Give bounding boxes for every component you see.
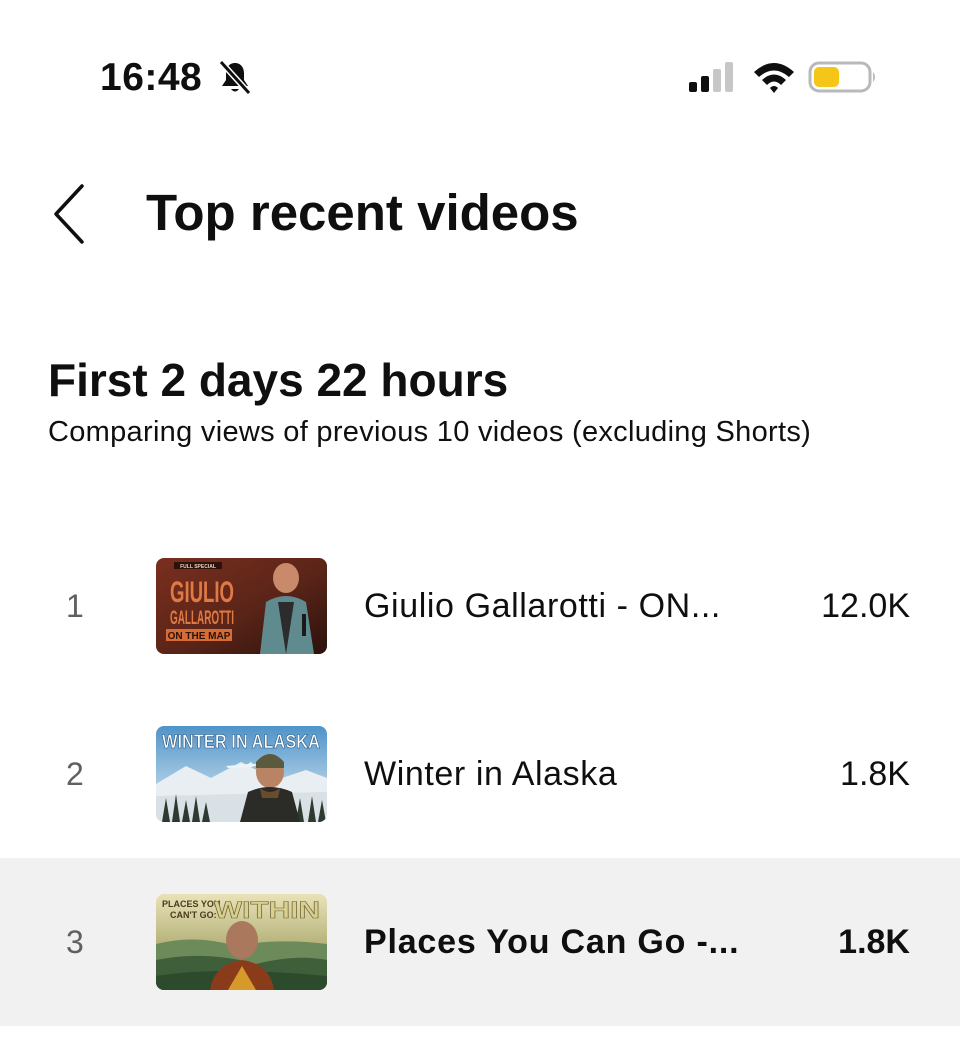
video-thumbnail[interactable]: WINTER IN ALASKA: [156, 726, 327, 822]
thumbnail-badge: FULL SPECIAL: [180, 564, 216, 570]
video-thumbnail[interactable]: FULL SPECIAL GIULIO GALLAROTTI ON THE MA…: [156, 558, 327, 654]
video-row[interactable]: 3 PLACES YOU CAN'T GO: WITHIN Places You…: [0, 858, 960, 1026]
video-title: Winter in Alaska: [364, 755, 618, 793]
video-list: 1 FULL SPECIAL GIULIO GALLAROTTI ON THE …: [0, 522, 960, 1026]
thumbnail-line2: GALLAROTTI: [170, 608, 234, 629]
thumbnail-line1: WINTER IN ALASKA: [162, 732, 320, 753]
video-rank: 3: [66, 924, 84, 960]
thumbnail-line1: GIULIO: [170, 576, 234, 609]
thumbnail-line1: PLACES YOU: [162, 899, 220, 909]
cellular-signal-icon: [689, 62, 733, 92]
video-title: Giulio Gallarotti - ON...: [364, 587, 721, 625]
wifi-icon: [754, 63, 794, 93]
status-bar: 16:48: [0, 0, 960, 150]
video-title: Places You Can Go -...: [364, 923, 740, 961]
status-time: 16:48: [100, 56, 203, 99]
back-button[interactable]: [40, 176, 100, 252]
video-views: 1.8K: [840, 755, 910, 793]
video-row[interactable]: 1 FULL SPECIAL GIULIO GALLAROTTI ON THE …: [0, 522, 960, 690]
battery-low-power-icon: [808, 61, 875, 93]
chevron-left-icon: [54, 184, 84, 244]
video-views: 12.0K: [821, 587, 910, 625]
thumbnail-line3: WITHIN: [214, 897, 320, 924]
section-title: First 2 days 22 hours: [48, 354, 509, 406]
page-title: Top recent videos: [146, 184, 579, 241]
section-subtitle: Comparing views of previous 10 videos (e…: [48, 416, 812, 448]
video-row[interactable]: 2 WINTER IN ALASKA Winter in Alaska 1.8K: [0, 690, 960, 858]
thumbnail-line3: ON THE MAP: [168, 631, 231, 642]
video-rank: 1: [66, 588, 84, 624]
video-views: 1.8K: [838, 923, 910, 961]
bell-off-icon: [218, 60, 252, 96]
video-thumbnail[interactable]: PLACES YOU CAN'T GO: WITHIN: [156, 894, 327, 990]
video-rank: 2: [66, 756, 84, 792]
thumbnail-line2: CAN'T GO:: [170, 910, 217, 920]
